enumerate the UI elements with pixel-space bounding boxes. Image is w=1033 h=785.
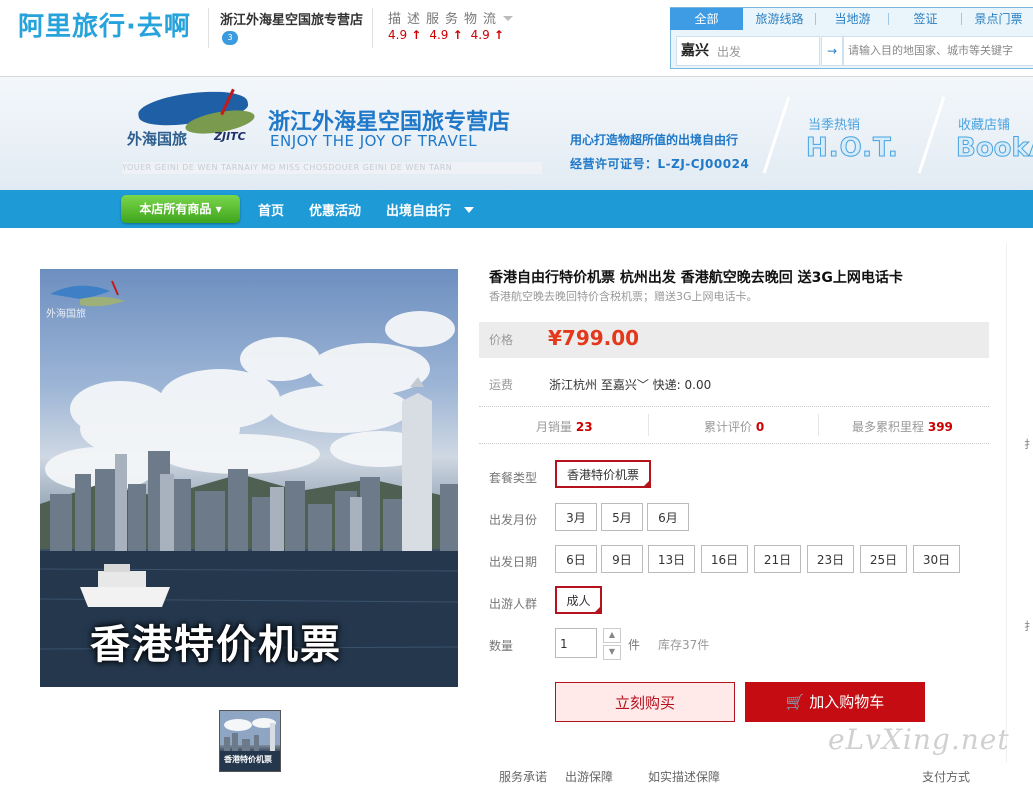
date-option[interactable]: 23日	[807, 545, 854, 573]
shipping-fee: 快递: 0.00	[652, 378, 712, 392]
quantity-label: 数量	[489, 639, 514, 653]
watermark: eLvXing.net	[828, 723, 1010, 756]
banner-slogan: 用心打造物超所值的出境自由行	[570, 133, 739, 147]
hot-sales-label[interactable]: 当季热销	[808, 114, 860, 133]
product-main-image[interactable]: 外海国旅 香港特价机票	[40, 269, 458, 687]
departure-city: 嘉兴	[681, 43, 709, 59]
month-option[interactable]: 5月	[601, 503, 643, 531]
shipping-value: 浙江杭州 至嘉兴﹀ 快递: 0.00	[549, 376, 711, 393]
dsr-score-service: 4.9	[429, 28, 462, 42]
stat-value: 0	[755, 420, 765, 434]
stat-value: 23	[575, 420, 593, 434]
date-option[interactable]: 21日	[754, 545, 801, 573]
banner-strip: YOUER GEINI DE WEN TARNAIY MO MISS CHOSD…	[122, 162, 542, 174]
traveler-type-label: 出游人群	[489, 597, 538, 611]
stat-value: 399	[927, 420, 953, 434]
dsr-scores: 4.9 4.9 4.9	[388, 28, 504, 42]
date-option[interactable]: 16日	[701, 545, 748, 573]
store-logo-en: ZJITC	[214, 130, 246, 143]
shipping-label: 运费	[489, 378, 514, 392]
date-option[interactable]: 13日	[648, 545, 695, 573]
package-type-label: 套餐类型	[489, 471, 538, 485]
travel-guarantee-link[interactable]: 出游保障	[565, 768, 613, 785]
nav-promotions[interactable]: 优惠活动	[309, 200, 361, 219]
dsr-score-description: 4.9	[388, 28, 421, 42]
package-option-hk-ticket[interactable]: 香港特价机票	[555, 460, 651, 488]
stat-label: 月销量	[536, 420, 573, 434]
departure-date-label: 出发日期	[489, 555, 538, 569]
image-logo-text: 外海国旅	[46, 309, 86, 320]
shop-name-link[interactable]: 浙江外海星空国旅专营店	[220, 9, 363, 28]
quantity-unit: 件	[628, 638, 641, 652]
dsr-title: 描述服务物流	[388, 12, 503, 27]
chevron-down-icon[interactable]	[503, 16, 513, 21]
divider	[818, 414, 819, 436]
max-mileage: 最多累积里程 399	[852, 418, 953, 435]
all-products-label: 本店所有商品	[139, 202, 212, 216]
divider	[1006, 243, 1007, 763]
stat-label: 累计评价	[704, 420, 753, 434]
thumbnail-caption: 香港特价机票	[224, 755, 272, 764]
arrow-right-icon: →	[821, 36, 843, 66]
edge-fragment: 扌	[1024, 438, 1033, 451]
service-promise-label: 服务承诺	[499, 770, 548, 784]
nav-home[interactable]: 首页	[258, 200, 284, 219]
tab-all[interactable]: 全部	[670, 8, 743, 30]
site-logo[interactable]: 阿里旅行·去啊	[18, 6, 191, 43]
month-option[interactable]: 3月	[555, 503, 597, 531]
product-title: 香港自由行特价机票 杭州出发 香港航空晚去晚回 送3G上网电话卡	[489, 270, 903, 286]
tab-tickets[interactable]: 景点门票	[962, 8, 1033, 30]
decrement-icon[interactable]: ▼	[603, 645, 621, 660]
destination-placeholder: 请输入目的地国家、城市等关键字	[848, 44, 1013, 57]
traveler-option-adult[interactable]: 成人	[555, 586, 602, 614]
divider	[648, 414, 649, 436]
product-subtitle: 香港航空晚去晚回特价含税机票；赠送3G上网电话卡。	[489, 290, 758, 303]
store-logo-text: 外海国旅	[127, 130, 188, 148]
license-number: 经营许可证号：L-ZJ-CJ00024	[570, 157, 750, 171]
monthly-sales: 月销量 23	[536, 418, 593, 435]
image-caption: 香港特价机票	[90, 622, 342, 668]
dsr-score-logistics: 4.9	[471, 28, 504, 42]
buy-now-button[interactable]: 立刻购买	[555, 682, 735, 722]
total-reviews[interactable]: 累计评价 0	[704, 418, 764, 435]
banner-subtitle: ENJOY THE JOY OF TRAVEL	[270, 132, 478, 150]
tab-tour-routes[interactable]: 旅游线路	[743, 8, 816, 30]
departure-month-label: 出发月份	[489, 513, 538, 527]
chevron-down-icon[interactable]: ﹀	[637, 378, 649, 392]
payment-methods-label: 支付方式	[922, 770, 971, 784]
divider	[372, 8, 373, 48]
cart-icon: 🛒	[785, 693, 805, 711]
wangwang-chat-icon[interactable]: 3	[222, 31, 238, 45]
quantity-input[interactable]: 1	[555, 628, 597, 658]
price-label: 价格	[489, 333, 514, 347]
hot-sales-graphic[interactable]: H.O.T.	[806, 133, 899, 164]
tab-local-tours[interactable]: 当地游	[816, 8, 889, 30]
tab-visa[interactable]: 签证	[889, 8, 962, 30]
add-to-cart-label: 加入购物车	[809, 693, 885, 711]
departure-placeholder: 出发	[717, 45, 742, 59]
increment-icon[interactable]: ▲	[603, 628, 621, 643]
product-thumbnail[interactable]: 香港特价机票	[219, 710, 281, 772]
bookmark-shop-graphic[interactable]: BookA	[956, 133, 1033, 164]
date-option[interactable]: 30日	[913, 545, 960, 573]
date-option[interactable]: 6日	[555, 545, 597, 573]
bookmark-shop-label[interactable]: 收藏店铺	[958, 114, 1010, 133]
chevron-down-icon[interactable]	[464, 207, 474, 213]
search-tabs: 全部 旅游线路 当地游 签证 景点门票	[670, 8, 1033, 30]
stat-label: 最多累积里程	[852, 420, 925, 434]
shipping-destination[interactable]: 浙江杭州 至嘉兴	[549, 378, 637, 392]
nav-outbound-travel[interactable]: 出境自由行	[386, 200, 451, 219]
all-products-button[interactable]: 本店所有商品 ▾	[121, 195, 240, 223]
month-option[interactable]: 6月	[647, 503, 689, 531]
date-option[interactable]: 9日	[601, 545, 643, 573]
stock-count: 库存37件	[658, 638, 710, 652]
add-to-cart-button[interactable]: 🛒 加入购物车	[745, 682, 925, 722]
accurate-description-link[interactable]: 如实描述保障	[648, 768, 720, 785]
date-option[interactable]: 25日	[860, 545, 907, 573]
edge-fragment: 扌	[1024, 620, 1033, 633]
price-value: ¥799.00	[548, 326, 640, 350]
divider	[208, 8, 209, 48]
